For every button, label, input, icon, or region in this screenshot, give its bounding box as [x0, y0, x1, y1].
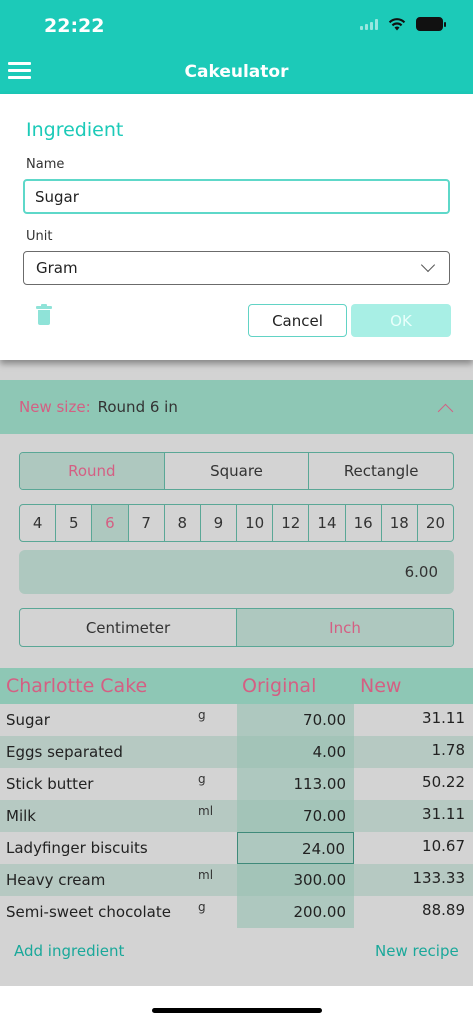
new-size-bar[interactable]: New size: Round 6 in	[0, 380, 473, 434]
size-option[interactable]: 12	[273, 505, 310, 541]
status-icons	[360, 17, 446, 31]
home-area	[0, 986, 473, 1024]
size-option[interactable]: 16	[346, 505, 382, 541]
size-option[interactable]: 7	[129, 505, 165, 541]
column-new: New	[360, 675, 402, 697]
size-option[interactable]: 18	[382, 505, 418, 541]
name-input[interactable]	[23, 179, 450, 214]
chevron-up-icon[interactable]	[437, 403, 454, 420]
ingredient-name: Milk	[6, 807, 36, 825]
ok-button[interactable]: OK	[351, 304, 451, 337]
unit-centimeter[interactable]: Centimeter	[20, 609, 237, 646]
original-amount[interactable]: 70.00	[237, 800, 354, 832]
size-option[interactable]: 5	[56, 505, 93, 541]
status-time: 22:22	[44, 15, 105, 37]
original-amount[interactable]: 70.00	[237, 704, 354, 736]
table-row[interactable]: Milk ml 70.00 31.11	[0, 800, 473, 832]
new-amount: 50.22	[422, 773, 465, 791]
shape-segmented-control: Round Square Rectangle	[19, 452, 454, 490]
cellular-signal-icon	[360, 18, 378, 30]
new-recipe-link[interactable]: New recipe	[375, 942, 459, 960]
app-title: Cakeulator	[184, 62, 289, 82]
size-option[interactable]: 10	[237, 505, 274, 541]
ingredient-unit: g	[198, 900, 206, 914]
original-amount[interactable]: 300.00	[237, 864, 354, 896]
new-amount: 10.67	[422, 837, 465, 855]
ingredient-name: Stick butter	[6, 775, 94, 793]
ingredient-name: Ladyfinger biscuits	[6, 839, 148, 857]
ingredient-unit: g	[198, 772, 206, 786]
original-amount[interactable]: 113.00	[237, 768, 354, 800]
shape-square[interactable]: Square	[165, 453, 310, 489]
ingredient-name: Sugar	[6, 711, 50, 729]
add-ingredient-link[interactable]: Add ingredient	[14, 942, 124, 960]
table-header: Charlotte Cake Original New	[0, 668, 473, 704]
unit-select-value: Gram	[36, 259, 78, 277]
app-header: 22:22 Cakeulator	[0, 0, 473, 94]
battery-icon	[416, 17, 446, 31]
new-size-label: New size:	[19, 398, 91, 416]
new-amount: 31.11	[422, 805, 465, 823]
new-amount: 31.11	[422, 709, 465, 727]
table-row[interactable]: Heavy cream ml 300.00 133.33	[0, 864, 473, 896]
recipe-title: Charlotte Cake	[6, 675, 148, 697]
new-amount: 1.78	[431, 741, 465, 759]
background-content: New size: Round 6 in Round Square Rectan…	[0, 360, 473, 986]
unit-segmented-control: Centimeter Inch	[19, 608, 454, 647]
ingredient-name: Eggs separated	[6, 743, 123, 761]
size-option[interactable]: 14	[309, 505, 346, 541]
trash-icon[interactable]	[36, 304, 52, 326]
original-amount[interactable]: 4.00	[237, 736, 354, 768]
shape-round[interactable]: Round	[20, 453, 165, 489]
home-indicator[interactable]	[152, 1008, 322, 1013]
ingredient-unit: ml	[198, 868, 214, 882]
size-option[interactable]: 4	[20, 505, 57, 541]
new-amount: 133.33	[412, 869, 466, 887]
size-selector: 4 5 6 7 8 9 10 12 14 16 18 20	[19, 504, 454, 542]
dialog-title: Ingredient	[26, 119, 124, 141]
size-option-selected[interactable]: 6	[92, 505, 129, 541]
new-size-value: Round 6 in	[97, 398, 178, 416]
ingredient-name: Semi-sweet chocolate	[6, 903, 171, 921]
chevron-down-icon	[420, 257, 436, 273]
size-option[interactable]: 9	[201, 505, 238, 541]
original-amount-focused[interactable]: 24.00	[237, 832, 354, 864]
table-row[interactable]: Semi-sweet chocolate g 200.00 88.89	[0, 896, 473, 928]
ingredient-unit: g	[198, 708, 206, 722]
shape-rectangle[interactable]: Rectangle	[309, 453, 453, 489]
unit-inch[interactable]: Inch	[237, 609, 453, 646]
unit-select[interactable]: Gram	[23, 251, 450, 285]
ingredient-name: Heavy cream	[6, 871, 106, 889]
size-option[interactable]: 20	[418, 505, 453, 541]
unit-label: Unit	[26, 229, 53, 244]
cancel-button[interactable]: Cancel	[248, 304, 347, 337]
original-amount[interactable]: 200.00	[237, 896, 354, 928]
table-row[interactable]: Ladyfinger biscuits 24.00 10.67	[0, 832, 473, 864]
wifi-icon	[388, 17, 406, 30]
column-original: Original	[242, 675, 317, 697]
table-row[interactable]: Sugar g 70.00 31.11	[0, 704, 473, 736]
table-row[interactable]: Eggs separated 4.00 1.78	[0, 736, 473, 768]
ingredient-unit: ml	[198, 804, 214, 818]
size-value-field[interactable]: 6.00	[19, 550, 454, 594]
ingredient-dialog: Ingredient Name Unit Gram Cancel OK	[0, 94, 473, 360]
new-amount: 88.89	[422, 901, 465, 919]
size-option[interactable]: 8	[165, 505, 201, 541]
table-row[interactable]: Stick butter g 113.00 50.22	[0, 768, 473, 800]
name-label: Name	[26, 157, 65, 172]
